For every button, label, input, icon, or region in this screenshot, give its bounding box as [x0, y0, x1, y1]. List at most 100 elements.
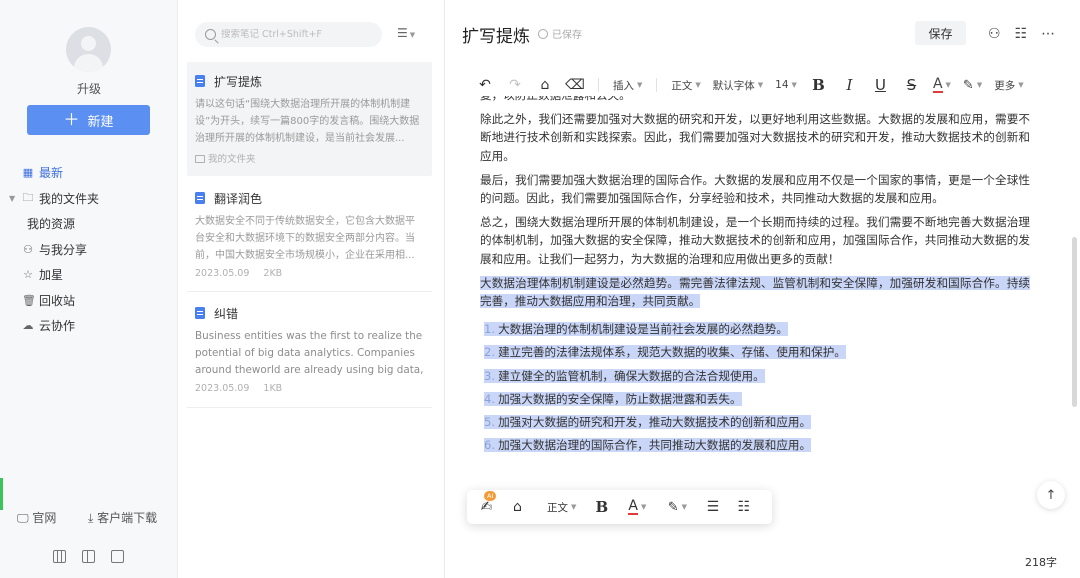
sort-button[interactable]: ☰ ▼	[397, 26, 415, 40]
chevron-down-icon: ▼	[695, 81, 701, 89]
sidebar-item-label: 回收站	[39, 293, 76, 308]
numbered-list-icon[interactable]: ☷	[728, 490, 759, 524]
sidebar-item-label: 与我分享	[39, 242, 88, 257]
redo-icon[interactable]: ↷	[500, 74, 530, 96]
note-item[interactable]: 翻译润色 大数据安全不同于传统数据安全，它包含大数据平台安全和大数据环境下的数据…	[187, 179, 432, 291]
paragraph-style-dropdown[interactable]: 正文 ▼	[533, 490, 586, 524]
bold-icon[interactable]: B	[586, 490, 617, 524]
sidebar-item-trash[interactable]: 🗑 回收站	[0, 288, 178, 314]
client-download-link[interactable]: ⤓ 客户端下载	[88, 509, 157, 526]
more-options-icon[interactable]: ⋯	[1041, 26, 1055, 42]
paragraph-style-label: 正文	[547, 501, 568, 514]
chevron-down-icon: ▼	[757, 81, 764, 89]
floating-toolbar: ✍ ⌂ 正文 ▼ B A ▼ ✎ ▼ ☰ ☷	[467, 490, 772, 524]
font-color-dropdown[interactable]: A ▼	[927, 74, 957, 96]
strikethrough-icon[interactable]: S	[896, 74, 927, 96]
sidebar-item-label: 云协作	[39, 319, 76, 334]
sidebar-item-starred[interactable]: ☆ 加星	[0, 262, 178, 288]
sidebar-item-cloud[interactable]: ☁ 云协作	[0, 313, 178, 339]
list-item-text: 加强对大数据的研究和开发，推动大数据技术的创新和应用。	[498, 415, 812, 430]
chevron-down-icon: ▼	[640, 503, 647, 511]
paragraph-style-dropdown[interactable]: 正文 ▼	[665, 74, 706, 96]
highlight-dropdown[interactable]: ✎ ▼	[957, 74, 988, 96]
collaborator-icon[interactable]: ⚇	[988, 26, 1001, 42]
chevron-down-icon: ▼	[681, 503, 688, 511]
notes-list-panel: ☰▼ 扩写提炼 请以这句话“围绕大数据治理所开展的体制机制建设”为开头，续写一篇…	[179, 0, 445, 578]
scrollbar[interactable]	[1072, 237, 1077, 407]
divider	[598, 78, 599, 92]
scroll-to-top-button[interactable]: ↑	[1037, 481, 1065, 509]
bold-icon[interactable]: B	[803, 74, 834, 96]
single-column-layout-icon[interactable]	[111, 550, 124, 563]
saved-status: 已保存	[538, 26, 582, 41]
font-size-dropdown[interactable]: 14 ▼	[769, 74, 803, 96]
paragraph: 最后，我们需要加强大数据治理的国际合作。大数据的发展和应用不仅是一个国家的事情，…	[480, 172, 1030, 206]
outline-search-icon[interactable]: ☷	[1015, 26, 1028, 42]
search-box[interactable]	[195, 22, 382, 47]
bullet-list-icon[interactable]: ☰	[697, 490, 728, 524]
folder-icon	[195, 155, 205, 163]
divider	[656, 78, 658, 92]
search-input[interactable]	[221, 29, 371, 40]
italic-icon[interactable]: I	[834, 74, 865, 96]
user-share-icon: ⚇	[23, 242, 33, 256]
eraser-icon[interactable]: ⌫	[560, 74, 590, 96]
note-size: 1KB	[263, 383, 283, 394]
font-label: 默认字体	[712, 79, 755, 92]
sidebar-item-recent[interactable]: ▦ 最新	[0, 160, 178, 186]
divider	[187, 291, 432, 292]
undo-icon[interactable]: ↶	[470, 74, 500, 96]
star-icon: ☆	[23, 268, 33, 282]
chevron-down-icon: ▼	[409, 31, 416, 39]
insert-dropdown[interactable]: 插入 ▼	[607, 74, 648, 96]
list-item-text: 大数据治理的体制机制建设是当前社会发展的必然趋势。	[498, 322, 788, 337]
font-size-label: 14	[775, 79, 789, 91]
new-button[interactable]: ＋ 新建	[27, 105, 150, 135]
sidebar-item-label: 我的资源	[27, 217, 76, 232]
highlighted-paragraph: 大数据治理体制机制建设是必然趋势。需完善法律法规、监管机制和安全保障，加强研发和…	[480, 274, 1030, 310]
trash-icon: 🗑	[22, 293, 36, 307]
format-painter-icon[interactable]: ⌂	[530, 74, 560, 96]
list-item: 6. 加强大数据治理的国际合作，共同推动大数据的发展和应用。	[484, 438, 812, 453]
note-title: 翻译润色	[214, 191, 263, 206]
note-snippet: 请以这句话“围绕大数据治理所开展的体制机制建设”为开头，续写一篇800字的发言稿…	[195, 99, 420, 144]
underline-icon[interactable]: U	[865, 74, 896, 96]
format-painter-icon[interactable]: ⌂	[502, 490, 533, 524]
download-icon: ⤓	[88, 511, 94, 525]
two-column-layout-icon[interactable]	[82, 550, 95, 563]
more-label: 更多	[994, 79, 1016, 92]
note-item[interactable]: 扩写提炼 请以这句话“围绕大数据治理所开展的体制机制建设”为开头，续写一篇800…	[187, 62, 432, 176]
official-site-link[interactable]: 🖵 官网	[17, 509, 56, 526]
chevron-down-icon: ▼	[571, 503, 577, 511]
editor-content[interactable]: 复，以防止数据泄露和丢失。 除此之外，我们还需要加强对大数据的研究和开发，以更好…	[480, 96, 1030, 521]
font-color-dropdown[interactable]: A ▼	[617, 490, 657, 524]
sidebar-item-my-resources[interactable]: 我的资源	[0, 211, 178, 237]
sidebar-item-my-folders[interactable]: ▼ 🗀 我的文件夹	[0, 186, 178, 212]
sidebar: 升级 ＋ 新建 ▦ 最新 ▼ 🗀 我的文件夹 我的资源 ⚇ 与我分享 ☆ 加星 …	[0, 0, 178, 578]
note-folder: 我的文件夹	[195, 151, 256, 167]
word-count: 218字	[1025, 556, 1057, 569]
avatar[interactable]	[66, 27, 111, 72]
sidebar-item-label: 我的文件夹	[39, 191, 100, 206]
monitor-icon: 🖵	[17, 511, 29, 525]
note-title: 纠错	[214, 306, 239, 321]
font-dropdown[interactable]: 默认字体 ▼	[707, 74, 769, 96]
highlight-dropdown[interactable]: ✎ ▼	[657, 490, 697, 524]
list-item: 1. 大数据治理的体制机制建设是当前社会发展的必然趋势。	[484, 322, 788, 337]
ai-badge: AI	[484, 491, 497, 501]
more-dropdown[interactable]: 更多 ▼	[988, 74, 1029, 96]
top-right-actions: ⚇ ☷ ⋯	[988, 26, 1055, 42]
sidebar-item-shared[interactable]: ⚇ 与我分享	[0, 237, 178, 263]
font-color-icon: A	[628, 498, 638, 515]
chevron-down-icon[interactable]: ▼	[9, 194, 15, 203]
note-item[interactable]: 纠错 Business entities was the first to re…	[187, 294, 432, 406]
list-item: 4. 加强大数据的安全保障，防止数据泄露和丢失。	[484, 391, 742, 406]
upgrade-link[interactable]: 升级	[0, 80, 178, 97]
note-title-heading[interactable]: 扩写提炼	[462, 22, 530, 47]
plus-icon: ＋	[63, 110, 80, 129]
insert-label: 插入	[613, 79, 634, 92]
note-snippet: Business entities was the first to reali…	[195, 330, 424, 376]
three-column-layout-icon[interactable]	[53, 550, 66, 563]
save-button[interactable]: 保存	[915, 21, 966, 45]
arrow-up-icon: ↑	[1045, 487, 1057, 503]
